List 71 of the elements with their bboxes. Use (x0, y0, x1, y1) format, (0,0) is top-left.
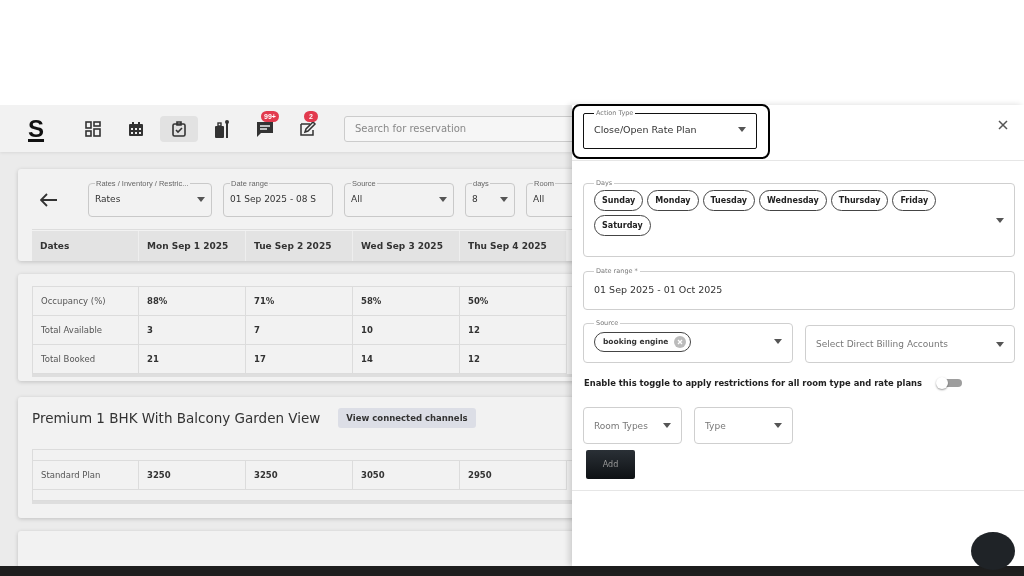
dropdown[interactable]: Type (694, 407, 793, 444)
field-value: All (351, 194, 363, 204)
caret-icon (197, 196, 205, 202)
add-button[interactable]: Add (586, 450, 635, 479)
luggage-icon (213, 118, 231, 139)
day-chip[interactable]: Tuesday (702, 190, 756, 211)
day-chip[interactable]: Thursday (830, 190, 889, 211)
caret-icon (996, 218, 1004, 223)
table-cell: 17 (246, 345, 353, 374)
day-chip[interactable]: Monday (647, 190, 699, 211)
dropdown-placeholder: Select Direct Billing Accounts (816, 339, 948, 349)
chat-icon (256, 120, 274, 137)
close-icon[interactable] (996, 118, 1010, 132)
chat-button[interactable] (971, 532, 1015, 570)
nav-button[interactable] (160, 115, 198, 142)
dropdown-placeholder: Type (705, 420, 726, 431)
table-cell: 14 (353, 345, 460, 374)
row-label: Standard Plan (32, 461, 139, 490)
column-header: Wed Sep 3 2025 (353, 231, 460, 261)
dashboard-icon (85, 120, 101, 137)
room-title: Premium 1 BHK With Balcony Garden View (32, 410, 321, 426)
toggle-label: Enable this toggle to apply restrictions for all room type and rate plans (584, 378, 923, 388)
table-cell: 12 (460, 345, 567, 374)
dropdown[interactable]: Room Types (583, 407, 682, 444)
table-cell: 7 (246, 316, 353, 345)
field-value: 01 Sep 2025 - 01 Oct 2025 (594, 283, 723, 295)
table-cell: 71% (246, 287, 353, 316)
column-header: Tue Sep 2 2025 (246, 231, 353, 261)
day-chip[interactable]: Sunday (594, 190, 644, 211)
search-field[interactable]: Search for reservation (344, 115, 572, 142)
back-arrow-icon[interactable] (40, 193, 58, 207)
table-cell: 2950 (460, 461, 567, 490)
table-cell: 58% (353, 287, 460, 316)
edit-icon (299, 120, 317, 137)
day-chip[interactable]: Friday (892, 190, 937, 211)
table-cell: 50% (460, 287, 567, 316)
field-value: 01 Sep 2025 - 08 S (230, 194, 317, 204)
table-cell: 10 (353, 316, 460, 345)
day-chip[interactable]: Saturday (594, 215, 651, 236)
day-chip[interactable]: Wednesday (759, 190, 827, 211)
dropdown[interactable]: Select Direct Billing Accounts (805, 325, 1015, 363)
toggle-switch[interactable] (936, 377, 963, 389)
view-channels-button[interactable]: View connected channels (338, 408, 476, 428)
column-header: Thu Sep 4 2025 (460, 231, 567, 261)
calendar-icon (128, 120, 144, 137)
field-value: Close/Open Rate Plan (594, 124, 697, 135)
caret-icon (500, 196, 508, 202)
table-cell: 12 (460, 316, 567, 345)
caret-icon (439, 196, 447, 202)
table-cell: 88% (139, 287, 246, 316)
table-cell: 3050 (353, 461, 460, 490)
field-value: All (533, 194, 545, 204)
table-cell: 3250 (246, 461, 353, 490)
dropdown-placeholder: Room Types (594, 420, 648, 431)
caret-icon (996, 341, 1004, 347)
field-value: Rates (95, 194, 121, 204)
clipboard-check-icon (171, 120, 187, 137)
caret-icon (738, 127, 746, 132)
row-label: Total Available (32, 316, 139, 345)
caret-icon (663, 423, 671, 428)
field-value: 8 (472, 194, 478, 204)
column-header: Dates (32, 231, 139, 261)
column-header: Mon Sep 1 2025 (139, 231, 246, 261)
row-label: Total Booked (32, 345, 139, 374)
caret-icon (774, 423, 782, 428)
caret-icon (774, 339, 782, 344)
table-cell: 3250 (139, 461, 246, 490)
table-cell: 3 (139, 316, 246, 345)
table-cell: 21 (139, 345, 246, 374)
row-label: Occupancy (%) (32, 287, 139, 316)
logo: S (28, 114, 44, 143)
